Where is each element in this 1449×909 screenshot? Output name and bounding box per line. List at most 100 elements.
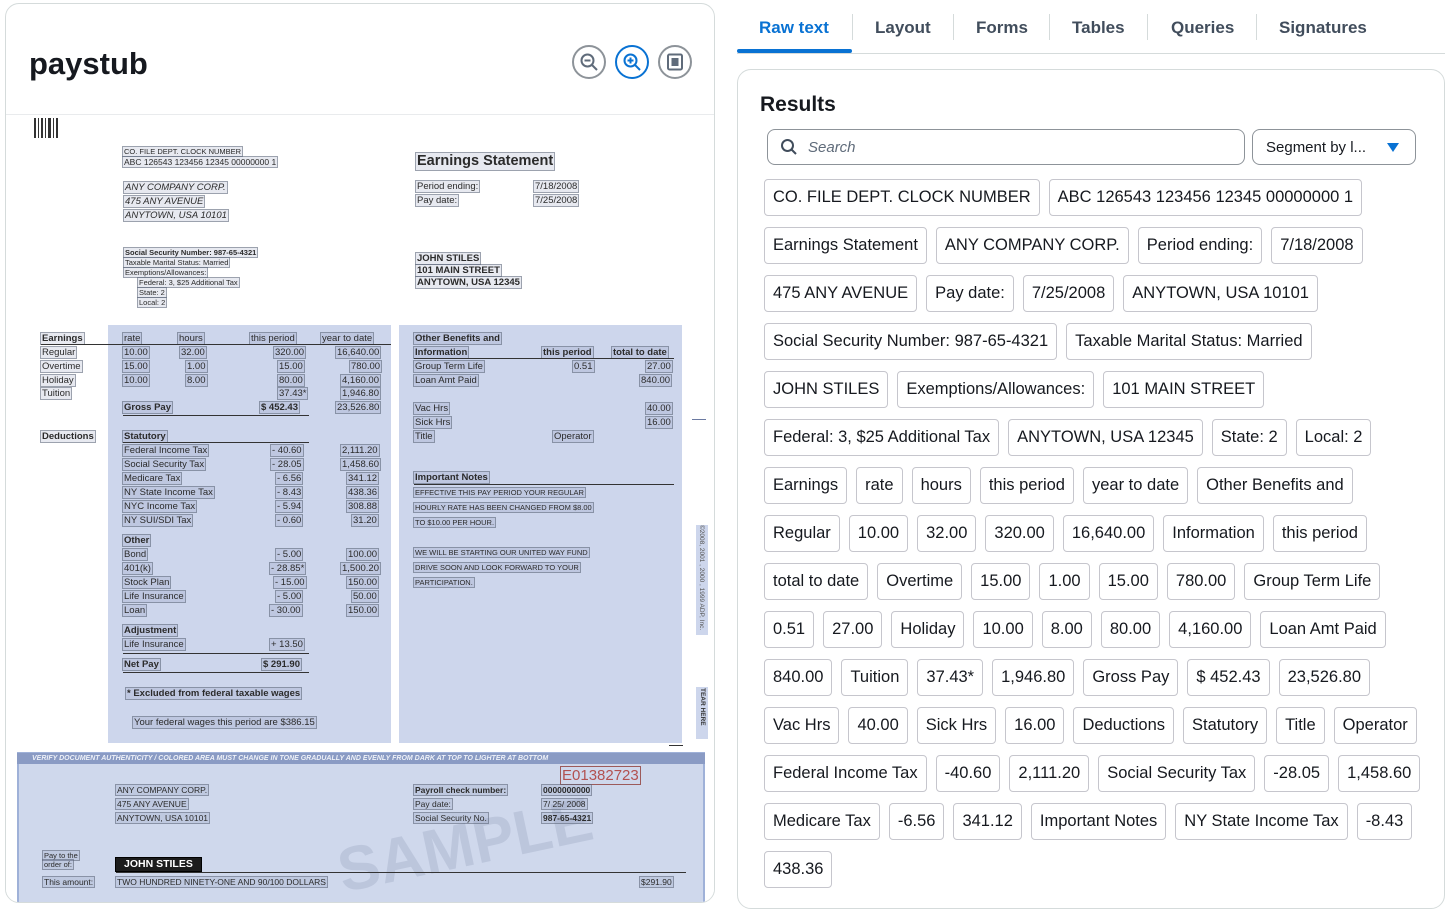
raw-text-token[interactable]: Exemptions/Allowances: xyxy=(897,371,1095,408)
raw-text-token[interactable]: 101 MAIN STREET xyxy=(1103,371,1265,408)
raw-text-token[interactable]: Social Security Tax xyxy=(1098,755,1256,792)
raw-text-token[interactable]: 780.00 xyxy=(1166,563,1236,600)
raw-text-token[interactable]: ANY COMPANY CORP. xyxy=(935,227,1129,264)
raw-text-token[interactable]: $ 452.43 xyxy=(1187,659,1270,696)
raw-text-token[interactable]: Title xyxy=(1276,707,1325,744)
raw-text-token[interactable]: 4,160.00 xyxy=(1169,611,1252,648)
federal-line: Federal: 3, $25 Additional Tax xyxy=(137,277,240,288)
tab-signatures[interactable]: Signatures xyxy=(1279,18,1367,38)
raw-text-token[interactable]: Statutory xyxy=(1183,707,1268,744)
earn-row-rate: 10.00 xyxy=(122,346,150,359)
raw-text-token[interactable]: 475 ANY AVENUE xyxy=(764,275,918,312)
raw-text-token[interactable]: Deductions xyxy=(1073,707,1175,744)
raw-text-token[interactable]: 0.51 xyxy=(764,611,815,648)
raw-text-token[interactable]: Group Term Life xyxy=(1244,563,1381,600)
raw-text-token[interactable]: Vac Hrs xyxy=(764,707,840,744)
raw-text-token[interactable]: Gross Pay xyxy=(1083,659,1179,696)
raw-text-token[interactable]: 27.00 xyxy=(823,611,883,648)
raw-text-token[interactable]: Earnings xyxy=(764,467,848,504)
raw-text-token[interactable]: Loan Amt Paid xyxy=(1260,611,1386,648)
raw-text-token[interactable]: Medicare Tax xyxy=(764,803,880,840)
segment-by-select[interactable]: Segment by l... xyxy=(1252,129,1416,165)
raw-text-token[interactable]: 341.12 xyxy=(953,803,1022,840)
tab-raw-text[interactable]: Raw text xyxy=(759,18,829,38)
raw-text-token[interactable]: JOHN STILES xyxy=(764,371,889,408)
raw-text-token[interactable]: 15.00 xyxy=(971,563,1031,600)
raw-text-token[interactable]: ABC 126543 123456 12345 00000000 1 xyxy=(1048,179,1363,216)
raw-text-token[interactable]: rate xyxy=(856,467,903,504)
raw-text-token[interactable]: 2,111.20 xyxy=(1009,755,1090,792)
company-codes-header: CO. FILE DEPT. CLOCK NUMBER xyxy=(121,146,244,157)
raw-text-token[interactable]: State: 2 xyxy=(1211,419,1287,456)
raw-text-token[interactable]: Regular xyxy=(764,515,840,552)
search-field[interactable] xyxy=(767,129,1245,165)
raw-text-token[interactable]: -8.43 xyxy=(1356,803,1413,840)
earn-row-label: Tuition xyxy=(39,387,73,400)
raw-text-token[interactable]: Period ending: xyxy=(1137,227,1263,264)
raw-text-token[interactable]: -6.56 xyxy=(888,803,945,840)
raw-text-token[interactable]: 438.36 xyxy=(764,851,833,888)
raw-text-token[interactable]: 1,458.60 xyxy=(1338,755,1421,792)
fit-page-button[interactable] xyxy=(658,45,692,79)
raw-text-token[interactable]: 8.00 xyxy=(1041,611,1092,648)
amount-words: TWO HUNDRED NINETY-ONE AND 90/100 DOLLAR… xyxy=(115,876,328,888)
raw-text-token[interactable]: 32.00 xyxy=(917,515,977,552)
raw-text-token[interactable]: 15.00 xyxy=(1098,563,1158,600)
raw-text-token[interactable]: Information xyxy=(1163,515,1264,552)
tab-layout[interactable]: Layout xyxy=(875,18,931,38)
raw-text-token[interactable]: NY State Income Tax xyxy=(1175,803,1348,840)
raw-text-token[interactable]: ANYTOWN, USA 10101 xyxy=(1123,275,1318,312)
raw-text-token[interactable]: 320.00 xyxy=(985,515,1054,552)
raw-text-token-list: CO. FILE DEPT. CLOCK NUMBER ABC 126543 12… xyxy=(764,179,1424,888)
zoom-out-button[interactable] xyxy=(572,45,606,79)
raw-text-token[interactable]: Local: 2 xyxy=(1295,419,1372,456)
zoom-in-button[interactable] xyxy=(615,45,649,79)
raw-text-token[interactable]: Overtime xyxy=(877,563,963,600)
search-input[interactable] xyxy=(808,138,1228,156)
raw-text-token[interactable]: 10.00 xyxy=(848,515,909,552)
raw-text-token[interactable]: this period xyxy=(979,467,1074,504)
raw-text-token[interactable]: Federal Income Tax xyxy=(764,755,927,792)
raw-text-token[interactable]: CO. FILE DEPT. CLOCK NUMBER xyxy=(764,179,1040,216)
raw-text-token[interactable]: this period xyxy=(1272,515,1367,552)
check-number-value: 0000000000 xyxy=(540,784,593,796)
deduction-ytd: 438.36 xyxy=(345,486,380,499)
deductions-label: Deductions xyxy=(40,430,96,443)
raw-text-token[interactable]: Taxable Marital Status: Married xyxy=(1066,323,1312,360)
raw-text-token[interactable]: Tuition xyxy=(841,659,909,696)
raw-text-token[interactable]: Pay date: xyxy=(926,275,1014,312)
raw-text-token[interactable]: 840.00 xyxy=(764,659,833,696)
raw-text-token[interactable]: -28.05 xyxy=(1264,755,1330,792)
raw-text-token[interactable]: 7/25/2008 xyxy=(1022,275,1115,312)
raw-text-token[interactable]: Federal: 3, $25 Additional Tax xyxy=(764,419,1000,456)
raw-text-token[interactable]: Holiday xyxy=(891,611,965,648)
raw-text-token[interactable]: 37.43* xyxy=(917,659,984,696)
raw-text-token[interactable]: total to date xyxy=(764,563,869,600)
earn-row-period: 15.00 xyxy=(277,360,305,373)
raw-text-token[interactable]: 16,640.00 xyxy=(1062,515,1155,552)
raw-text-token[interactable]: 10.00 xyxy=(973,611,1033,648)
raw-text-token[interactable]: -40.60 xyxy=(935,755,1001,792)
tab-tables[interactable]: Tables xyxy=(1072,18,1125,38)
statement-title: Earnings Statement xyxy=(414,152,556,171)
raw-text-token[interactable]: Other Benefits and xyxy=(1197,467,1353,504)
raw-text-token[interactable]: 7/18/2008 xyxy=(1271,227,1363,264)
raw-text-token[interactable]: 16.00 xyxy=(1005,707,1065,744)
raw-text-token[interactable]: Social Security Number: 987-65-4321 xyxy=(764,323,1058,360)
raw-text-token[interactable]: Sick Hrs xyxy=(916,707,997,744)
raw-text-token[interactable]: Operator xyxy=(1333,707,1417,744)
raw-text-token[interactable]: ANYTOWN, USA 12345 xyxy=(1008,419,1203,456)
raw-text-token[interactable]: Important Notes xyxy=(1030,803,1167,840)
tab-forms[interactable]: Forms xyxy=(976,18,1028,38)
raw-text-token[interactable]: 23,526.80 xyxy=(1278,659,1371,696)
raw-text-token[interactable]: year to date xyxy=(1082,467,1189,504)
raw-text-token[interactable]: 1,946.80 xyxy=(992,659,1075,696)
tab-queries[interactable]: Queries xyxy=(1171,18,1234,38)
raw-text-token[interactable]: 80.00 xyxy=(1100,611,1161,648)
raw-text-token[interactable]: 1.00 xyxy=(1039,563,1090,600)
earn-row-period: 37.43* xyxy=(276,387,309,400)
raw-text-token[interactable]: Earnings Statement xyxy=(764,227,927,264)
raw-text-token[interactable]: hours xyxy=(911,467,971,504)
raw-text-token[interactable]: 40.00 xyxy=(848,707,908,744)
earn-row-label: Overtime xyxy=(40,360,83,373)
